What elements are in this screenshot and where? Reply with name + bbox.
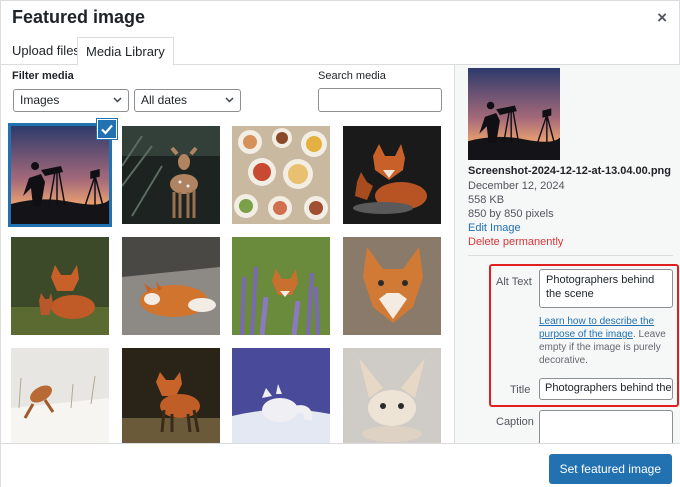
tab-bar: Upload files Media Library [1, 37, 680, 66]
fox-walking-thumbnail[interactable] [122, 348, 220, 446]
dates-value: All dates [141, 93, 188, 107]
chevron-down-icon [225, 97, 234, 103]
sleeping-fox-thumbnail[interactable] [122, 237, 220, 335]
dates-select[interactable]: All dates [134, 89, 241, 112]
upload-date: December 12, 2024 [468, 180, 565, 192]
featured-image-modal: Featured image × Upload files Media Libr… [0, 0, 680, 487]
set-featured-image-button[interactable]: Set featured image [548, 454, 672, 484]
modal-footer: Set featured image [1, 443, 680, 487]
title-label: Title [510, 384, 531, 396]
file-name: Screenshot-2024-12-12-at-13.04.00.png [468, 165, 671, 177]
arctic-fox-thumbnail[interactable] [232, 348, 330, 446]
food-table-thumbnail[interactable] [232, 126, 330, 224]
fox-pair-thumbnail[interactable] [343, 126, 441, 224]
close-icon[interactable]: × [657, 8, 667, 28]
fox-in-flowers-thumbnail[interactable] [232, 237, 330, 335]
file-size: 558 KB [468, 194, 505, 206]
deer-thumbnail[interactable] [122, 126, 220, 224]
selected-check-icon[interactable] [97, 119, 117, 139]
media-grid [1, 121, 453, 451]
media-type-value: Images [20, 93, 60, 107]
caption-field[interactable] [539, 410, 673, 446]
title-field[interactable]: Photographers behind the [539, 378, 673, 400]
fox-with-cubs-thumbnail[interactable] [11, 237, 109, 335]
fennec-fox-thumbnail[interactable] [343, 348, 441, 446]
media-type-select[interactable]: Images [13, 89, 129, 112]
search-input[interactable] [318, 88, 442, 112]
modal-title: Featured image [12, 7, 146, 27]
divider [468, 255, 673, 256]
tab-upload-files[interactable]: Upload files [4, 37, 88, 65]
tab-media-library[interactable]: Media Library [77, 37, 174, 66]
filter-media-label: Filter media [12, 70, 74, 82]
delete-permanently-link[interactable]: Delete permanently [468, 236, 563, 248]
attachment-details-panel: Screenshot-2024-12-12-at-13.04.00.png De… [454, 65, 680, 446]
alt-text-help: Learn how to describe the purpose of the… [539, 315, 673, 367]
selected-image-preview [468, 68, 560, 160]
image-dimensions: 850 by 850 pixels [468, 208, 554, 220]
fox-jumping-snow-thumbnail[interactable] [11, 348, 109, 446]
chevron-down-icon [113, 97, 122, 103]
caption-label: Caption [496, 416, 534, 428]
search-media-label: Search media [318, 70, 386, 82]
alt-text-label: Alt Text [496, 276, 532, 288]
alt-text-field[interactable]: Photographers behind the scene [539, 269, 673, 308]
photographers-thumbnail[interactable] [8, 123, 112, 227]
edit-image-link[interactable]: Edit Image [468, 222, 521, 234]
fox-portrait-thumbnail[interactable] [343, 237, 441, 335]
